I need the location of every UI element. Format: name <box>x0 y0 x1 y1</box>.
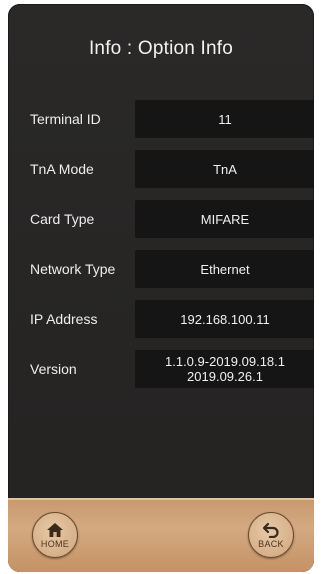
terminal-id-label: Terminal ID <box>30 111 101 127</box>
terminal-id-value-text: 11 <box>218 111 232 127</box>
back-button-label: BACK <box>258 538 284 549</box>
tna-mode-value: TnA <box>135 150 314 188</box>
card-type-value: MIFARE <box>135 200 314 238</box>
back-arrow-icon <box>262 522 280 538</box>
network-type-value-text: Ethernet <box>200 261 250 277</box>
device-screen: Info : Option Info Terminal ID 11 TnA Mo… <box>8 4 314 572</box>
row-network-type: Network Type Ethernet <box>8 250 314 288</box>
row-card-type: Card Type MIFARE <box>8 200 314 238</box>
row-ip-address: IP Address 192.168.100.11 <box>8 300 314 338</box>
ip-address-value: 192.168.100.11 <box>135 300 314 338</box>
card-type-label: Card Type <box>30 211 95 227</box>
home-button[interactable]: HOME <box>32 512 78 558</box>
ip-address-label: IP Address <box>30 311 98 327</box>
tna-mode-label: TnA Mode <box>30 161 94 177</box>
home-button-label: HOME <box>40 538 70 549</box>
card-type-value-text: MIFARE <box>200 211 250 227</box>
row-version: Version 1.1.0.9-2019.09.18.1 2019.09.26.… <box>8 350 314 388</box>
row-terminal-id: Terminal ID 11 <box>8 100 314 138</box>
network-type-label: Network Type <box>30 261 116 277</box>
version-value-line-2: 2019.09.26.1 <box>187 369 263 384</box>
version-label: Version <box>30 361 77 377</box>
version-value: 1.1.0.9-2019.09.18.1 2019.09.26.1 <box>135 350 314 388</box>
row-tna-mode: TnA Mode TnA <box>8 150 314 188</box>
tna-mode-value-text: TnA <box>213 161 237 177</box>
ip-address-value-text: 192.168.100.11 <box>180 311 270 327</box>
back-button[interactable]: BACK <box>248 512 294 558</box>
version-value-line-1: 1.1.0.9-2019.09.18.1 <box>165 354 285 369</box>
network-type-value: Ethernet <box>135 250 314 288</box>
footer-bar: HOME BACK <box>8 498 314 572</box>
home-icon <box>46 522 64 538</box>
terminal-id-value: 11 <box>135 100 314 138</box>
page-title: Info : Option Info <box>88 38 234 59</box>
